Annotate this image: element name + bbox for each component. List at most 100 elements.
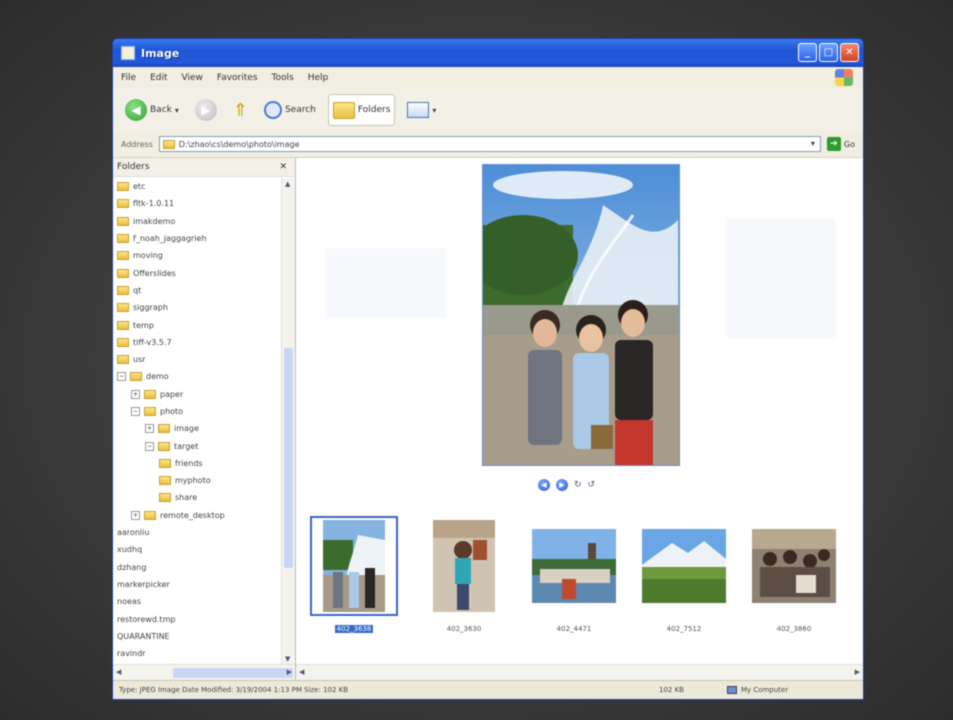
tree-item[interactable]: etc [113, 178, 281, 195]
tree-item[interactable]: − demo [113, 368, 281, 385]
tree-item[interactable]: fltk-1.0.11 [113, 195, 281, 212]
menu-view[interactable]: View [182, 73, 203, 83]
search-icon [263, 101, 282, 119]
content-scroll-left-icon[interactable]: ◀ [299, 668, 304, 676]
thumbnail[interactable]: 402_7512 [640, 516, 728, 635]
thumbnail[interactable]: 402_3630 [420, 516, 508, 635]
tree-item[interactable]: − photo [113, 403, 281, 420]
folders-button[interactable]: Folders [327, 94, 396, 126]
menu-help[interactable]: Help [308, 73, 329, 83]
tree-item-label: moving [133, 251, 163, 261]
tree-item-label: restorewd.tmp [117, 614, 176, 624]
previous-image-icon[interactable]: ◀ [538, 479, 550, 491]
tree-item-label: paper [160, 389, 184, 399]
tree-item[interactable]: + paper [113, 386, 281, 403]
tree-item-label: qt [133, 285, 142, 295]
go-button[interactable]: ➔ Go [826, 137, 855, 151]
tree-item-label: Offerslides [133, 268, 176, 278]
rotate-counterclockwise-icon[interactable]: ↺ [588, 480, 596, 490]
thumbnail[interactable]: 402_3860 [750, 516, 838, 635]
tree-item[interactable]: friends [113, 455, 281, 472]
up-folder-button[interactable]: ⇑ [229, 95, 252, 125]
menu-edit[interactable]: Edit [150, 73, 167, 83]
thumbnail[interactable]: 402_3638 [310, 516, 398, 635]
folders-pane-title: Folders [117, 162, 150, 172]
tree-item[interactable]: dzhang [113, 559, 281, 576]
tree-item[interactable]: qt [113, 282, 281, 299]
toolbar: ◀ Back ▾ ▶ ⇑ Search Folders ▾ [113, 89, 863, 132]
tree-item[interactable]: tiff-v3.5.7 [113, 334, 281, 351]
folders-scroll-thumb[interactable] [284, 348, 293, 568]
tree-item[interactable]: − target [113, 437, 281, 454]
address-dropdown-icon[interactable]: ▾ [806, 137, 820, 151]
content-horizontal-scrollbar[interactable]: ◀ ▶ [296, 664, 863, 681]
folder-icon [117, 199, 129, 209]
tree-item[interactable]: f_noah_jaggagrieh [113, 230, 281, 247]
folders-horizontal-scrollbar[interactable]: ◀ ▶ [113, 664, 295, 681]
tree-item-label: demo [146, 372, 169, 382]
address-bar: Address D:\zhao\cs\demo\photo\image ▾ ➔ … [113, 131, 863, 158]
content-scroll-right-icon[interactable]: ▶ [855, 668, 860, 676]
tree-item[interactable]: share [113, 489, 281, 506]
address-input[interactable]: D:\zhao\cs\demo\photo\image ▾ [158, 136, 821, 152]
collapse-icon[interactable]: − [145, 441, 154, 451]
tree-item[interactable]: myphoto [113, 472, 281, 489]
forward-button[interactable]: ▶ [191, 95, 221, 125]
go-label: Go [843, 139, 855, 149]
menu-file[interactable]: File [121, 73, 136, 83]
scroll-down-icon[interactable]: ▼ [285, 655, 290, 663]
thumbnail-frame [640, 516, 728, 616]
folders-hscroll-thumb[interactable] [173, 668, 293, 678]
tree-item[interactable]: xudhq [113, 541, 281, 558]
collapse-icon[interactable]: − [117, 372, 126, 382]
expand-icon[interactable]: + [131, 510, 140, 520]
tree-item[interactable]: moving [113, 247, 281, 264]
search-label: Search [284, 105, 316, 115]
folder-window-icon [121, 46, 135, 60]
status-bar: Type: JPEG Image Date Modified: 3/19/200… [113, 680, 863, 699]
address-path: D:\zhao\cs\demo\photo\image [178, 139, 300, 149]
folder-icon [158, 424, 170, 434]
thumbnail-label: 402_3860 [776, 625, 812, 633]
expand-icon[interactable]: + [131, 389, 140, 399]
views-button[interactable]: ▾ [403, 95, 440, 125]
status-details: Type: JPEG Image Date Modified: 3/19/200… [119, 686, 349, 694]
rotate-clockwise-icon[interactable]: ↻ [574, 480, 582, 490]
image-preview[interactable] [482, 164, 680, 466]
tree-item[interactable]: temp [113, 316, 281, 333]
close-button[interactable]: ✕ [840, 43, 859, 62]
tree-item[interactable]: siggraph [113, 299, 281, 316]
tree-item[interactable]: Offerslides [113, 264, 281, 281]
tree-item[interactable]: + image [113, 420, 281, 437]
folders-label: Folders [357, 105, 391, 115]
tree-item-label: target [174, 441, 199, 451]
expand-icon[interactable]: + [145, 424, 154, 434]
close-pane-icon[interactable]: ✕ [279, 162, 287, 172]
back-dropdown-icon[interactable]: ▾ [175, 106, 179, 115]
tree-item[interactable]: noeas [113, 593, 281, 610]
menu-tools[interactable]: Tools [272, 73, 294, 83]
tree-item[interactable]: usr [113, 351, 281, 368]
search-button[interactable]: Search [260, 95, 320, 125]
tree-item[interactable]: + remote_desktop [113, 507, 281, 524]
title-bar[interactable]: Image _ □ ✕ [113, 39, 863, 67]
maximize-button[interactable]: □ [819, 43, 838, 62]
tree-item[interactable]: markerpicker [113, 576, 281, 593]
tree-item[interactable]: ravindr [113, 645, 281, 662]
tree-item[interactable]: imakdemo [113, 213, 281, 230]
folders-vertical-scrollbar[interactable]: ▲ ▼ [281, 178, 295, 665]
thumbnail[interactable]: 402_4471 [530, 516, 618, 635]
back-button[interactable]: ◀ Back ▾ [121, 95, 183, 125]
tree-item[interactable]: aaronliu [113, 524, 281, 541]
tree-item[interactable]: restorewd.tmp [113, 610, 281, 627]
collapse-icon[interactable]: − [131, 407, 140, 416]
minimize-button[interactable]: _ [798, 43, 817, 62]
tree-item-label: usr [133, 355, 146, 365]
folder-icon [144, 389, 156, 399]
menu-favorites[interactable]: Favorites [217, 73, 258, 83]
scroll-up-icon[interactable]: ▲ [285, 180, 290, 188]
scroll-right-icon[interactable]: ▶ [287, 668, 292, 676]
next-image-icon[interactable]: ▶ [556, 479, 568, 491]
scroll-left-icon[interactable]: ◀ [116, 668, 121, 676]
tree-item[interactable]: QUARANTINE [113, 628, 281, 645]
